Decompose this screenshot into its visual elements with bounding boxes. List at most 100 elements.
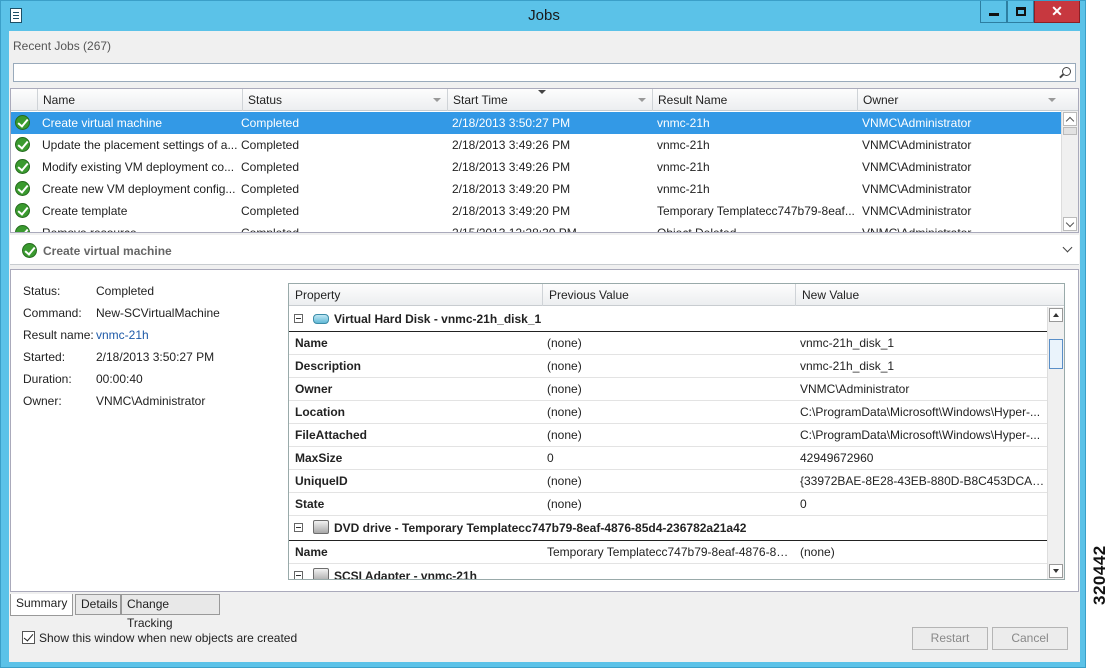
previous-value: (none) bbox=[547, 428, 582, 442]
previous-value: (none) bbox=[547, 336, 582, 350]
tab-change-tracking[interactable]: Change Tracking bbox=[121, 594, 220, 630]
job-name: Create template bbox=[42, 204, 128, 218]
minimize-button[interactable] bbox=[980, 1, 1007, 23]
property-row[interactable]: State (none) 0 bbox=[289, 493, 1048, 516]
recent-jobs-label: Recent Jobs (267) bbox=[13, 39, 112, 53]
property-row[interactable]: UniqueID (none) {33972BAE-8E28-43EB-880D-B… bbox=[289, 470, 1048, 493]
chevron-down-icon[interactable] bbox=[1062, 242, 1073, 253]
completed-check-icon bbox=[15, 159, 30, 174]
selected-job-bar[interactable]: Create virtual machine bbox=[10, 235, 1079, 265]
restart-button[interactable]: Restart bbox=[912, 627, 988, 650]
property-row[interactable]: Owner (none) VNMC\Administrator bbox=[289, 378, 1048, 401]
show-window-checkbox[interactable] bbox=[22, 631, 35, 644]
property-name: MaxSize bbox=[295, 451, 343, 465]
property-row[interactable]: Description (none) vnmc-21h_disk_1 bbox=[289, 355, 1048, 378]
job-result-name: vnmc-21h bbox=[657, 116, 710, 130]
completed-check-icon bbox=[15, 115, 30, 130]
job-name: Update the placement settings of a... bbox=[42, 138, 238, 152]
job-name: Create virtual machine bbox=[42, 116, 163, 130]
new-value: {33972BAE-8E28-43EB-880D-B8C453DCADFC} bbox=[800, 474, 1046, 488]
property-name: Name bbox=[295, 545, 328, 559]
title-bar[interactable]: Jobs ✕ bbox=[1, 1, 1087, 31]
summary-label: Started: bbox=[23, 350, 66, 364]
table-row[interactable]: Remove resource Completed 2/15/2013 12:28:… bbox=[11, 222, 1061, 233]
filter-dropdown-icon[interactable] bbox=[1048, 98, 1056, 102]
maximize-icon bbox=[1015, 7, 1026, 16]
tab-summary[interactable]: Summary bbox=[10, 594, 73, 616]
new-value: 0 bbox=[800, 497, 807, 511]
search-box[interactable] bbox=[13, 63, 1076, 82]
property-group-title: Virtual Hard Disk - vnmc-21h_disk_1 bbox=[334, 312, 542, 326]
scsi-adapter-icon bbox=[313, 568, 329, 579]
jobs-grid: Name Status Start Time Result Name Owner… bbox=[10, 88, 1079, 233]
table-row[interactable]: Create template Completed 2/18/2013 3:49:2… bbox=[11, 200, 1061, 222]
collapse-icon[interactable] bbox=[294, 571, 303, 579]
new-value: (none) bbox=[800, 545, 835, 559]
collapse-icon[interactable] bbox=[294, 314, 303, 323]
table-row[interactable]: Create new VM deployment config... Comple… bbox=[11, 178, 1061, 200]
completed-check-icon bbox=[15, 203, 30, 218]
summary-label: Status: bbox=[23, 284, 61, 298]
completed-check-icon bbox=[22, 243, 37, 258]
property-change-grid: Property Previous Value New Value Virtua… bbox=[288, 283, 1065, 580]
scroll-thumb[interactable] bbox=[1049, 339, 1063, 369]
summary-value: 00:00:40 bbox=[96, 372, 143, 386]
column-header-name[interactable]: Name bbox=[37, 89, 242, 111]
job-name: Remove resource bbox=[42, 226, 137, 233]
property-grid-scrollbar[interactable] bbox=[1047, 307, 1064, 579]
column-header-property[interactable]: Property bbox=[289, 284, 542, 306]
summary-label: Owner: bbox=[23, 394, 62, 408]
scroll-up-icon[interactable] bbox=[1049, 308, 1063, 322]
search-input[interactable] bbox=[14, 64, 1044, 81]
summary-value[interactable]: vnmc-21h bbox=[96, 328, 149, 342]
property-row[interactable]: Location (none) C:\ProgramData\Microsoft\W… bbox=[289, 401, 1048, 424]
minimize-icon bbox=[988, 13, 999, 16]
job-start-time: 2/15/2013 12:28:30 PM bbox=[452, 226, 577, 233]
scroll-up-icon[interactable] bbox=[1063, 112, 1077, 126]
property-group-header[interactable]: DVD drive - Temporary Templatecc747b79-8… bbox=[289, 516, 1048, 541]
job-result-name: vnmc-21h bbox=[657, 182, 710, 196]
cancel-button[interactable]: Cancel bbox=[992, 627, 1068, 650]
tab-details[interactable]: Details bbox=[75, 594, 121, 615]
scroll-down-icon[interactable] bbox=[1063, 217, 1077, 231]
column-header-previous-value[interactable]: Previous Value bbox=[542, 284, 795, 306]
property-row[interactable]: Name Temporary Templatecc747b79-8eaf-4876… bbox=[289, 541, 1048, 564]
table-row[interactable]: Create virtual machine Completed 2/18/2013… bbox=[11, 112, 1061, 134]
filter-dropdown-icon[interactable] bbox=[638, 98, 646, 102]
job-owner: VNMC\Administrator bbox=[862, 204, 972, 218]
table-row[interactable]: Modify existing VM deployment co... Compl… bbox=[11, 156, 1061, 178]
property-grid-header: Property Previous Value New Value bbox=[289, 284, 1064, 306]
job-name: Modify existing VM deployment co... bbox=[42, 160, 235, 174]
jobs-client-area: Recent Jobs (267) Name Status Start Time… bbox=[9, 31, 1080, 662]
summary-value: Completed bbox=[96, 284, 155, 298]
column-header-status[interactable]: Status bbox=[242, 89, 447, 111]
column-header-new-value[interactable]: New Value bbox=[795, 284, 1048, 306]
table-row[interactable]: Update the placement settings of a... Com… bbox=[11, 134, 1061, 156]
job-result-name: Object Deleted bbox=[657, 226, 737, 233]
column-header-start-time[interactable]: Start Time bbox=[447, 89, 652, 111]
summary-value: New-SCVirtualMachine bbox=[96, 306, 220, 320]
close-button[interactable]: ✕ bbox=[1034, 1, 1080, 23]
property-name: Description bbox=[295, 359, 362, 373]
job-start-time: 2/18/2013 3:50:27 PM bbox=[452, 116, 571, 130]
jobs-grid-scrollbar[interactable] bbox=[1061, 111, 1078, 232]
property-row[interactable]: MaxSize 0 42949672960 bbox=[289, 447, 1048, 470]
job-owner: VNMC\Administrator bbox=[862, 138, 972, 152]
property-row[interactable]: FileAttached (none) C:\ProgramData\Microso… bbox=[289, 424, 1048, 447]
job-status: Completed bbox=[241, 182, 300, 196]
property-group-header[interactable]: Virtual Hard Disk - vnmc-21h_disk_1 bbox=[289, 307, 1048, 332]
collapse-icon[interactable] bbox=[294, 523, 303, 532]
filter-dropdown-icon[interactable] bbox=[433, 98, 441, 102]
property-group-title: DVD drive - Temporary Templatecc747b79-8… bbox=[334, 521, 747, 535]
column-header-owner[interactable]: Owner bbox=[857, 89, 1062, 111]
maximize-button[interactable] bbox=[1007, 1, 1034, 23]
previous-value: (none) bbox=[547, 382, 582, 396]
window-title: Jobs bbox=[528, 7, 560, 24]
scroll-thumb[interactable] bbox=[1063, 127, 1077, 135]
scroll-down-icon[interactable] bbox=[1049, 564, 1063, 578]
search-icon[interactable] bbox=[1062, 67, 1071, 76]
property-group-header[interactable]: SCSI Adapter - vnmc-21h bbox=[289, 564, 1048, 579]
column-header-result-name[interactable]: Result Name bbox=[652, 89, 857, 111]
new-value: vnmc-21h_disk_1 bbox=[800, 359, 895, 373]
property-row[interactable]: Name (none) vnmc-21h_disk_1 bbox=[289, 332, 1048, 355]
